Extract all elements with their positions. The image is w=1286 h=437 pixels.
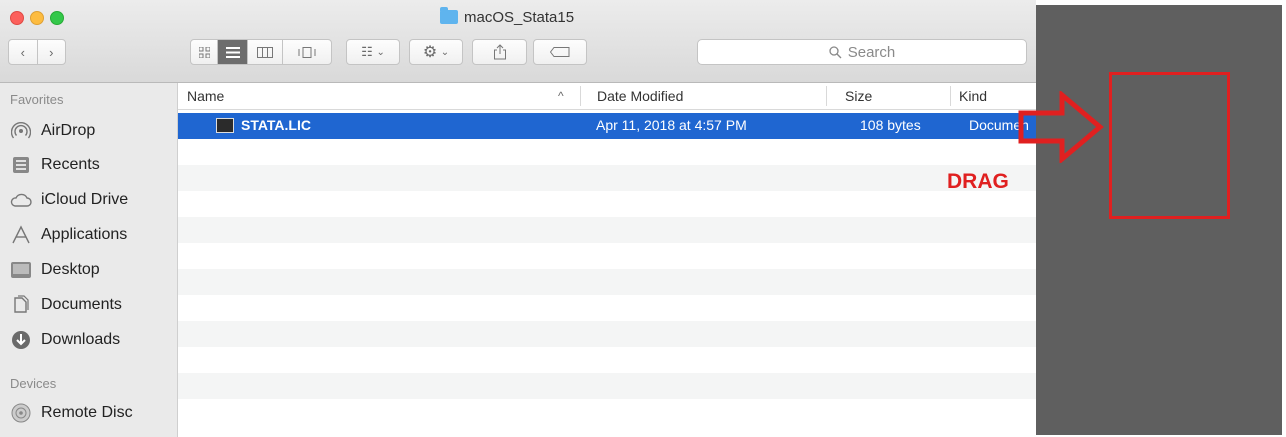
documents-icon [10,294,32,316]
toolbar: macOS_Stata15 ‹ › ☷ ⌄ ⚙ ⌄ Search [0,0,1036,83]
group-menu-icon: ☷ [361,44,373,59]
sidebar-item-airdrop[interactable]: AirDrop [10,116,175,146]
search-field[interactable]: Search [697,39,1027,65]
column-view-icon [257,46,273,58]
chevron-down-icon: ⌄ [376,46,385,58]
chevron-right-icon: › [49,44,54,60]
disc-icon [10,402,32,424]
empty-row [178,217,1036,243]
empty-row [178,347,1036,373]
column-header-name[interactable]: Name [187,88,224,104]
desktop-icon [10,259,32,281]
zoom-window-button[interactable] [50,11,64,25]
icon-view-button[interactable] [191,40,218,64]
finder-window: macOS_Stata15 ‹ › ☷ ⌄ ⚙ ⌄ Search Favorit… [0,0,1036,437]
sidebar-item-recents[interactable]: Recents [10,150,175,180]
sidebar-item-desktop[interactable]: Desktop [10,255,175,285]
sidebar-item-applications[interactable]: Applications [10,220,175,250]
view-switcher [190,39,332,65]
sidebar-item-label: Desktop [41,261,100,278]
minimize-window-button[interactable] [30,11,44,25]
column-header-row: Name ^ Date Modified Size Kind [178,83,1036,110]
drop-target-area[interactable] [1036,5,1282,435]
downloads-icon [10,329,32,351]
empty-row [178,165,1036,191]
airdrop-icon [10,120,32,142]
file-name: STATA.LIC [241,117,311,133]
column-header-size[interactable]: Size [845,88,872,104]
share-button[interactable] [472,39,527,65]
file-row[interactable]: STATA.LIC Apr 11, 2018 at 4:57 PM 108 by… [178,113,1036,139]
back-button[interactable]: ‹ [9,40,38,64]
cover-flow-button[interactable] [283,40,331,64]
sidebar-item-remote-disc[interactable]: Remote Disc [10,398,175,428]
chevron-down-icon: ⌄ [440,46,450,58]
group-button[interactable]: ☷ ⌄ [346,39,400,65]
sort-ascending-icon[interactable]: ^ [558,89,564,103]
tags-button[interactable] [533,39,587,65]
applications-icon [10,224,32,246]
sidebar-item-downloads[interactable]: Downloads [10,325,175,355]
folder-icon [440,7,458,24]
action-button[interactable]: ⚙ ⌄ [409,39,463,65]
sidebar-item-label: Applications [41,226,128,243]
document-icon [216,118,234,133]
file-date-modified: Apr 11, 2018 at 4:57 PM [596,117,747,133]
column-header-kind[interactable]: Kind [959,88,987,104]
sidebar-item-label: iCloud Drive [41,191,129,208]
list-view-icon [225,46,240,58]
file-size: 108 bytes [860,117,921,133]
chevron-left-icon: ‹ [20,44,25,60]
sidebar-item-label: Recents [41,156,100,173]
share-icon [493,44,506,60]
column-divider[interactable] [950,86,951,106]
cloud-icon [10,189,32,211]
sidebar-item-label: Remote Disc [41,404,133,421]
screenshot-frame: macOS_Stata15 ‹ › ☷ ⌄ ⚙ ⌄ Search Favorit… [0,0,1286,437]
search-icon [829,45,842,58]
list-view-button[interactable] [218,40,248,64]
column-divider[interactable] [580,86,581,106]
empty-row [178,191,1036,217]
gear-icon: ⚙ [422,44,438,61]
empty-row [178,373,1036,399]
column-header-date-modified[interactable]: Date Modified [597,88,683,104]
sidebar-item-label: AirDrop [41,122,96,139]
recents-icon [10,154,32,176]
close-window-button[interactable] [10,11,24,25]
sidebar-item-documents[interactable]: Documents [10,290,175,320]
icon-view-icon [198,46,210,58]
cover-flow-icon [298,46,316,58]
devices-header: Devices [10,376,57,391]
favorites-header: Favorites [10,92,64,107]
drag-arrow-icon [1018,91,1104,163]
column-divider[interactable] [826,86,827,106]
window-title: macOS_Stata15 [440,6,574,28]
sidebar-item-label: Documents [41,296,122,313]
drag-annotation-label: DRAG [947,170,1009,193]
file-list: Name ^ Date Modified Size Kind STATA.LIC… [178,83,1036,437]
empty-row [178,295,1036,321]
empty-row [178,269,1036,295]
forward-button[interactable]: › [38,40,66,64]
tag-icon [550,47,570,57]
drop-target-highlight [1109,72,1230,219]
column-view-button[interactable] [248,40,283,64]
empty-row [178,243,1036,269]
sidebar-item-icloud-drive[interactable]: iCloud Drive [10,185,175,215]
search-placeholder: Search [847,43,896,61]
navigation-buttons: ‹ › [8,39,66,65]
empty-row [178,399,1036,425]
sidebar: Favorites AirDrop Recents iCloud Drive A… [0,83,178,437]
empty-row [178,139,1036,165]
empty-row [178,321,1036,347]
sidebar-item-label: Downloads [41,331,121,348]
window-title-text: macOS_Stata15 [464,8,575,26]
